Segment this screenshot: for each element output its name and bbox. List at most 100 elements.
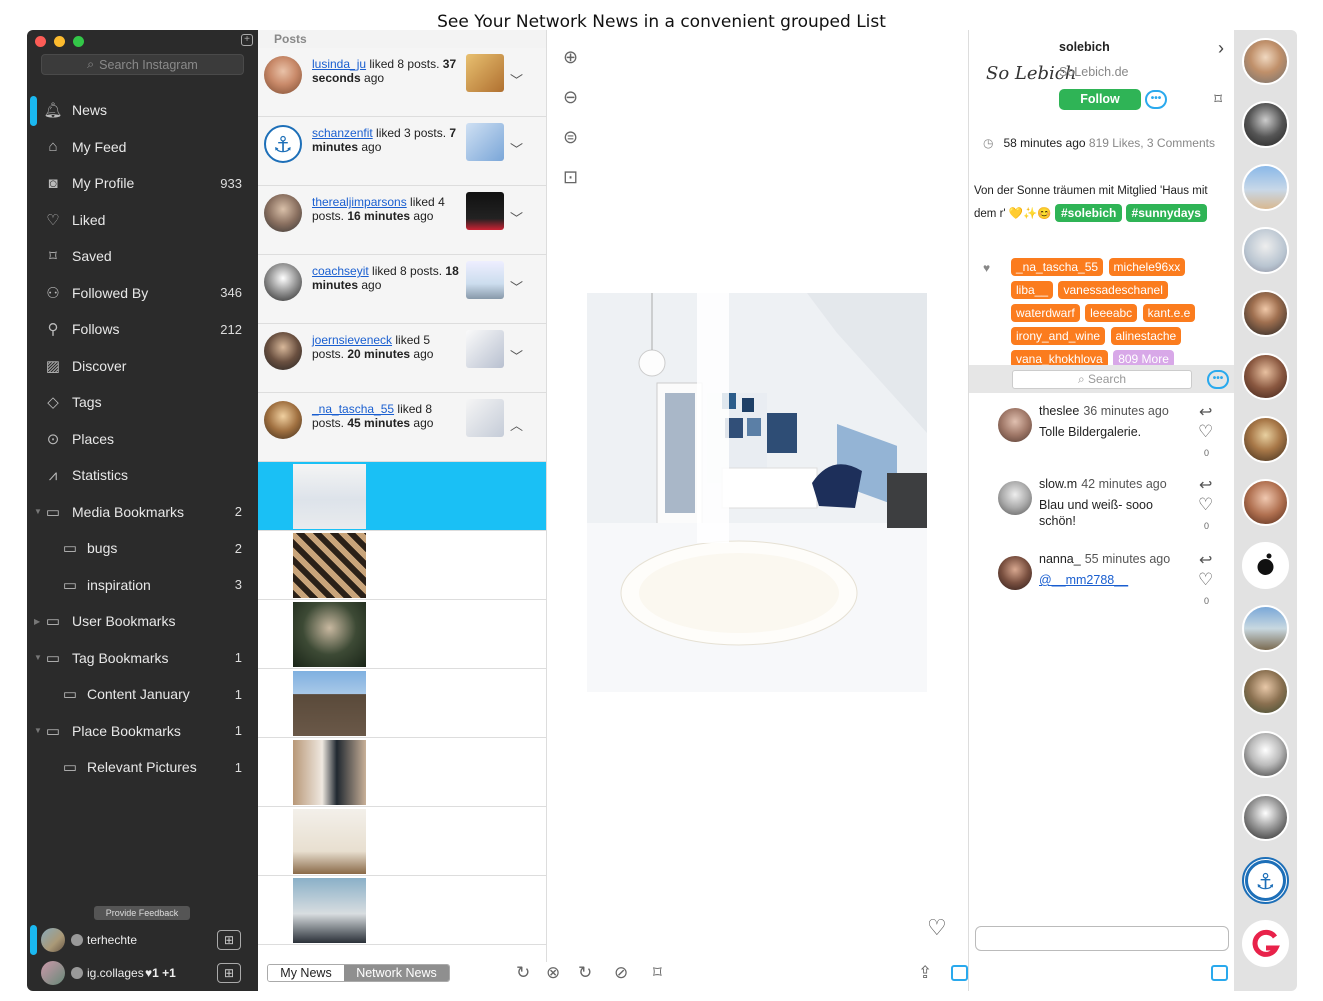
chevron-down-icon[interactable]: ﹀ [510,346,523,365]
reply-icon[interactable]: ↩ [1199,402,1212,422]
news-group-row[interactable]: coachseyit liked 8 posts. 18 minutes ago… [258,255,546,324]
avatar[interactable] [998,408,1032,442]
comment-user[interactable]: theslee [1039,404,1079,418]
avatar[interactable] [998,556,1032,590]
chevron-down-icon[interactable]: ﹀ [510,139,523,158]
sidebar-item-saved[interactable]: ⌑ Saved [27,238,258,275]
reply-icon[interactable]: ↩ [1199,550,1212,570]
user-link[interactable]: joernsieveneck [312,333,392,347]
user-link[interactable]: coachseyit [312,264,369,278]
liked-post-row[interactable] [258,669,546,738]
sidebar-item-place-bookmarks[interactable]: ▼ ▭ Place Bookmarks 1 [27,713,258,750]
search-input[interactable]: ⌕ Search Instagram [41,54,244,75]
comment-search-input[interactable]: ⌕ Search [1012,370,1192,389]
news-group-row-expanded[interactable]: _na_tascha_55 liked 8 posts. 45 minutes … [258,393,546,462]
account-row-ig-collages[interactable]: ig.collages ♥1 +1 ⊞ [27,957,258,989]
avatar[interactable] [1242,731,1289,778]
chevron-down-icon[interactable]: ﹀ [510,277,523,296]
post-thumbnail[interactable] [293,602,366,667]
user-link[interactable]: lusinda_ju [312,57,366,71]
bookmark-icon[interactable]: ⌑ [653,963,662,983]
sidebar-item-places[interactable]: ⊙ Places [27,421,258,458]
sidebar-item-bugs[interactable]: ▭ bugs 2 [27,530,258,567]
anchor-logo-icon[interactable]: ⚓ [1242,857,1289,904]
user-link[interactable]: therealjimparsons [312,195,407,209]
sidebar-item-media-bookmarks[interactable]: ▼ ▭ Media Bookmarks 2 [27,494,258,531]
hashtag-chip[interactable]: #solebich [1054,204,1123,222]
sidebar-item-statistics[interactable]: ⩘ Statistics [27,457,258,494]
heart-icon[interactable]: ♡ [1198,495,1213,515]
reply-icon[interactable]: ↩ [1199,475,1212,495]
sidebar-item-follows[interactable]: ⚲ Follows 212 [27,311,258,348]
news-group-row[interactable]: therealjimparsons liked 4 posts. 16 minu… [258,186,546,255]
website-link[interactable]: SoLebich.de [1059,65,1129,79]
liked-post-row[interactable] [258,462,546,531]
sidebar-item-user-bookmarks[interactable]: ▶ ▭ User Bookmarks [27,603,258,640]
sidebar-item-news[interactable]: 🔔︎ News [27,92,258,129]
rotate-icon[interactable]: ↻ [578,963,592,983]
avatar[interactable] [1242,416,1289,463]
chevron-down-icon[interactable]: ﹀ [510,70,523,89]
sidebar-item-liked[interactable]: ♡ Liked [27,202,258,239]
avatar[interactable] [1242,227,1289,274]
toggle-panel-icon[interactable] [951,965,968,981]
sidebar-item-discover[interactable]: ▨ Discover [27,348,258,385]
comment-user[interactable]: nanna_ [1039,552,1081,566]
liker-chip[interactable]: leeeabc [1085,304,1138,322]
liker-chip[interactable]: kant.e.e [1142,304,1196,322]
bookmark-icon[interactable]: ⌑ [1214,90,1222,108]
liker-chip[interactable]: _na_tascha_55 [1011,258,1104,276]
sidebar-item-followed-by[interactable]: ⚇ Followed By 346 [27,275,258,312]
user-link[interactable]: _na_tascha_55 [312,402,394,416]
comment-mention-link[interactable]: @__mm2788__ [1039,572,1189,588]
tab-network-news[interactable]: Network News [344,965,449,981]
add-post-icon[interactable]: ⊞ [217,930,241,950]
hashtag-chip[interactable]: #sunnydays [1125,204,1207,222]
chevron-right-icon[interactable]: › [1218,38,1224,59]
close-window-button[interactable] [35,36,46,47]
sidebar-item-tags[interactable]: ◇ Tags [27,384,258,421]
zoom-window-button[interactable] [73,36,84,47]
disclosure-open-icon[interactable]: ▼ [34,726,42,735]
liked-post-row[interactable] [258,876,546,945]
news-group-row[interactable]: joernsieveneck liked 5 posts. 20 minutes… [258,324,546,393]
post-thumbnail[interactable] [293,740,366,805]
avatar[interactable] [998,481,1032,515]
liker-chip[interactable]: waterdwarf [1011,304,1080,322]
avatar[interactable] [1242,794,1289,841]
liker-chip[interactable]: irony_and_wine [1011,327,1106,345]
sidebar-item-my-feed[interactable]: ⌂ My Feed [27,129,258,166]
avatar[interactable] [1242,605,1289,652]
avatar[interactable] [1242,101,1289,148]
post-thumbnail[interactable] [466,261,504,299]
share-icon[interactable]: ⇪ [918,963,932,983]
post-thumbnail[interactable] [466,123,504,161]
disclosure-open-icon[interactable]: ▼ [34,653,42,662]
follow-button[interactable]: Follow [1059,89,1141,110]
avatar[interactable] [1242,353,1289,400]
user-link[interactable]: schanzenfit [312,126,373,140]
comment-input[interactable] [975,926,1229,951]
zoom-actual-icon[interactable]: ⊡ [563,167,585,207]
apple-logo-icon[interactable] [1242,542,1289,589]
new-window-icon[interactable]: + [241,34,253,46]
news-group-row[interactable]: ⚓ schanzenfit liked 3 posts. 7 minutes a… [258,117,546,186]
selected-photo[interactable] [587,293,927,692]
avatar[interactable] [1242,290,1289,337]
post-thumbnail[interactable] [293,878,366,943]
post-thumbnail[interactable] [293,464,366,529]
sidebar-item-my-profile[interactable]: ◙ My Profile 933 [27,165,258,202]
liked-post-row[interactable] [258,531,546,600]
sidebar-item-content-january[interactable]: ▭ Content January 1 [27,676,258,713]
liker-chip[interactable]: liba__ [1011,281,1054,299]
liked-post-row[interactable] [258,600,546,669]
liked-post-row[interactable] [258,807,546,876]
news-group-row[interactable]: lusinda_ju liked 8 posts. 37 seconds ago… [258,48,546,117]
avatar[interactable] [1242,479,1289,526]
refresh-icon[interactable]: ↻ [516,963,530,983]
comment-user[interactable]: slow.m [1039,477,1077,491]
more-options-icon[interactable]: ••• [1145,90,1167,109]
cancel-icon[interactable]: ⊗ [546,963,560,983]
liker-chip[interactable]: michele96xx [1108,258,1186,276]
post-thumbnail[interactable] [466,399,504,437]
